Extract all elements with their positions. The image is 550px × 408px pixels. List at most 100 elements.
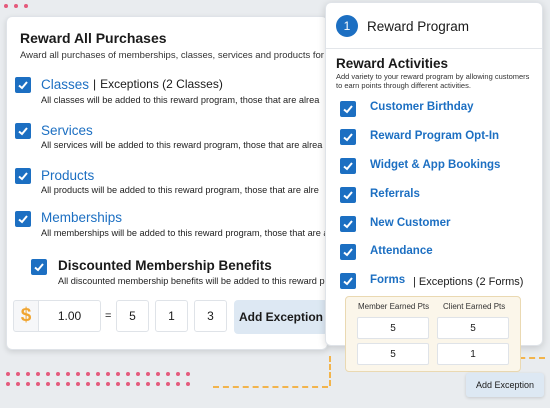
activity-customer-birthday[interactable]: Customer Birthday bbox=[370, 101, 474, 113]
classes-link[interactable]: Classes bbox=[41, 77, 89, 92]
member-pts-input[interactable]: 5 bbox=[357, 317, 429, 339]
products-description: All products will be added to this rewar… bbox=[41, 185, 319, 195]
reward-activities-description: Add variety to your reward program by al… bbox=[336, 72, 530, 90]
decorative-dot bbox=[176, 372, 180, 376]
dollar-icon: $ bbox=[13, 300, 39, 332]
activity-forms[interactable]: Forms bbox=[370, 274, 405, 286]
decorative-dot bbox=[26, 382, 30, 386]
decorative-dot bbox=[166, 382, 170, 386]
reward-activities-title: Reward Activities bbox=[336, 56, 449, 71]
client-pts-input[interactable]: 5 bbox=[437, 317, 509, 339]
forms-checkbox[interactable] bbox=[340, 273, 356, 289]
classes-exceptions[interactable]: | Exceptions (2 Classes) bbox=[93, 77, 223, 91]
separator: | bbox=[413, 276, 416, 288]
decorative-dot bbox=[76, 372, 80, 376]
reward-program-card: 1 Reward Program Reward Activities Add v… bbox=[325, 2, 543, 346]
attendance-checkbox[interactable] bbox=[340, 244, 356, 260]
decorative-dot bbox=[106, 372, 110, 376]
exceptions-label: Exceptions (2 Classes) bbox=[100, 77, 223, 91]
decorative-dot bbox=[86, 382, 90, 386]
client-pts-input[interactable]: 1 bbox=[437, 343, 509, 365]
check-icon bbox=[343, 277, 353, 286]
activity-new-customer[interactable]: New Customer bbox=[370, 217, 451, 229]
decorative-dot bbox=[136, 372, 140, 376]
reward-program-header: 1 Reward Program bbox=[326, 3, 542, 49]
points-input-2[interactable]: 1 bbox=[155, 300, 188, 332]
decorative-dot bbox=[156, 382, 160, 386]
member-earned-pts-header: Member Earned Pts bbox=[358, 302, 430, 311]
decorative-dot bbox=[96, 382, 100, 386]
decorative-dot bbox=[6, 382, 10, 386]
check-icon bbox=[343, 191, 353, 200]
classes-checkbox[interactable] bbox=[15, 77, 31, 93]
decorative-dot bbox=[56, 382, 60, 386]
decorative-dot bbox=[86, 372, 90, 376]
forms-exceptions[interactable]: | Exceptions (2 Forms) bbox=[413, 276, 523, 288]
discounted-membership-checkbox[interactable] bbox=[31, 259, 47, 275]
amount-input[interactable]: 1.00 bbox=[39, 300, 101, 332]
card-title: Reward All Purchases bbox=[20, 30, 167, 46]
discounted-membership-label: Discounted Membership Benefits bbox=[58, 258, 272, 273]
decorative-dot bbox=[36, 382, 40, 386]
services-checkbox[interactable] bbox=[15, 123, 31, 139]
decorative-dot bbox=[106, 382, 110, 386]
add-exception-button[interactable]: Add Exception bbox=[234, 300, 328, 334]
decorative-dot bbox=[186, 372, 190, 376]
customer-birthday-checkbox[interactable] bbox=[340, 101, 356, 117]
activity-opt-in[interactable]: Reward Program Opt-In bbox=[370, 130, 499, 142]
exceptions-label: Exceptions (2 Forms) bbox=[418, 276, 524, 288]
decorative-dot bbox=[14, 4, 18, 8]
decorative-dot bbox=[46, 372, 50, 376]
discounted-membership-description: All discounted membership benefits will … bbox=[58, 276, 328, 286]
client-earned-pts-header: Client Earned Pts bbox=[443, 302, 506, 311]
decorative-dot bbox=[26, 372, 30, 376]
check-icon bbox=[18, 81, 28, 90]
member-pts-input[interactable]: 5 bbox=[357, 343, 429, 365]
decorative-dot bbox=[126, 372, 130, 376]
equals-sign: = bbox=[105, 310, 112, 322]
memberships-description: All memberships will be added to this re… bbox=[41, 228, 328, 238]
decorative-dot bbox=[116, 382, 120, 386]
new-customer-checkbox[interactable] bbox=[340, 216, 356, 232]
decorative-dot bbox=[186, 382, 190, 386]
decorative-dot bbox=[146, 382, 150, 386]
check-icon bbox=[34, 263, 44, 272]
decorative-dot bbox=[56, 372, 60, 376]
activity-referrals[interactable]: Referrals bbox=[370, 188, 420, 200]
decorative-dot bbox=[176, 382, 180, 386]
add-exception-button[interactable]: Add Exception bbox=[466, 373, 544, 397]
decorative-dot bbox=[116, 372, 120, 376]
check-icon bbox=[343, 162, 353, 171]
decorative-dashes bbox=[329, 356, 331, 386]
decorative-dot bbox=[4, 4, 8, 8]
decorative-dot bbox=[6, 372, 10, 376]
products-checkbox[interactable] bbox=[15, 168, 31, 184]
check-icon bbox=[18, 215, 28, 224]
services-link[interactable]: Services bbox=[41, 123, 93, 138]
decorative-dot bbox=[16, 372, 20, 376]
referrals-checkbox[interactable] bbox=[340, 187, 356, 203]
card-subtitle: Award all purchases of memberships, clas… bbox=[20, 50, 328, 61]
decorative-dot bbox=[46, 382, 50, 386]
check-icon bbox=[18, 172, 28, 181]
decorative-dot bbox=[36, 372, 40, 376]
decorative-dot bbox=[136, 382, 140, 386]
activity-widget-bookings[interactable]: Widget & App Bookings bbox=[370, 159, 500, 171]
decorative-dot bbox=[146, 372, 150, 376]
points-input-1[interactable]: 5 bbox=[116, 300, 149, 332]
decorative-dot bbox=[16, 382, 20, 386]
memberships-link[interactable]: Memberships bbox=[41, 210, 122, 225]
points-input-3[interactable]: 3 bbox=[194, 300, 227, 332]
separator: | bbox=[93, 77, 97, 91]
check-icon bbox=[343, 248, 353, 257]
decorative-dot bbox=[96, 372, 100, 376]
decorative-dot bbox=[66, 372, 70, 376]
products-link[interactable]: Products bbox=[41, 168, 94, 183]
activity-attendance[interactable]: Attendance bbox=[370, 245, 433, 257]
memberships-checkbox[interactable] bbox=[15, 211, 31, 227]
decorative-dot bbox=[66, 382, 70, 386]
decorative-dot bbox=[76, 382, 80, 386]
opt-in-checkbox[interactable] bbox=[340, 129, 356, 145]
widget-bookings-checkbox[interactable] bbox=[340, 158, 356, 174]
services-description: All services will be added to this rewar… bbox=[41, 140, 323, 150]
